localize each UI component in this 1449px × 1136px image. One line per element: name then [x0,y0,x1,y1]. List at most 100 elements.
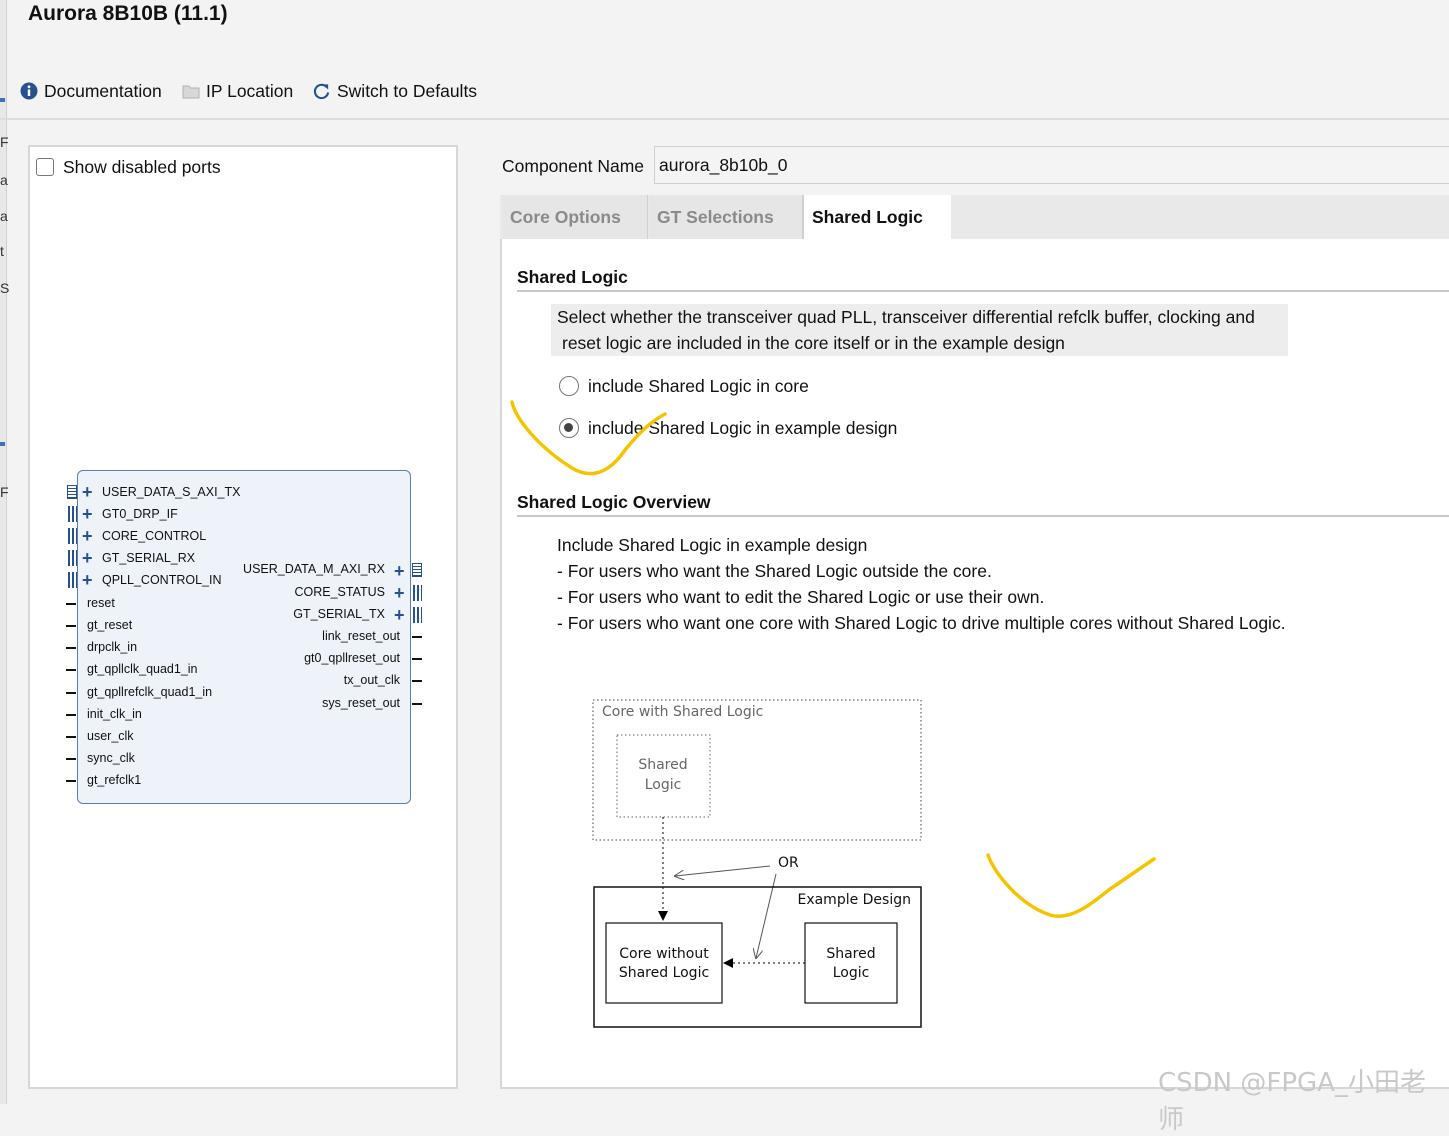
ip-location-button[interactable]: IP Location [182,80,293,102]
tab-shared-logic[interactable]: Shared Logic [803,195,951,239]
bus-port-label: GT0_DRP_IF [102,507,178,521]
core-without-shared-logic-box [605,922,723,1004]
port-label: drpclk_in [87,640,138,654]
checkmark-annotation [510,400,667,476]
component-name-label: Component Name [502,156,645,176]
port-label: gt_refclk1 [87,773,142,787]
shared-logic-diagram: Core with Shared Logic Shared Logic OR E… [592,699,922,1028]
port-label: gt_qpllclk_quad1_in [87,662,198,676]
port-pin [66,736,76,738]
checkmark-annotation [986,853,1156,918]
port-label: sync_clk [87,751,135,765]
bus-port-label: GT_SERIAL_TX [293,607,385,621]
port-label: init_clk_in [87,707,142,721]
edge-char: t [0,243,4,259]
edge-accent [0,98,5,102]
section-title-overview: Shared Logic Overview [517,492,711,512]
bus-port-label: GT_SERIAL_RX [102,551,196,565]
edge-char: a [0,208,8,224]
bus-grid-icon [412,563,422,577]
port-label: tx_out_clk [343,673,400,687]
expand-bus-icon[interactable]: + [82,549,93,567]
section-title-shared-logic: Shared Logic [517,267,628,287]
expand-bus-icon[interactable]: + [82,505,93,523]
port-label: gt0_qpllreset_out [304,651,400,665]
adjacent-window-edge [0,0,7,1104]
expand-bus-icon[interactable]: + [82,527,93,545]
diagram-label: Shared [826,946,875,962]
folder-icon [182,85,200,99]
show-disabled-ports-checkbox[interactable] [36,158,54,176]
watermark: CSDN @FPGA_小田老师 [1158,1068,1426,1135]
port-pin [66,714,76,716]
port-label: sys_reset_out [322,696,400,710]
port-label: link_reset_out [322,629,400,643]
bus-port-label: USER_DATA_S_AXI_TX [102,485,241,499]
edge-char: a [0,172,8,188]
documentation-button[interactable]: Documentation [20,80,162,102]
port-label: gt_qpllrefclk_quad1_in [87,685,213,699]
ip-location-label: IP Location [206,80,294,101]
diagram-label: OR [778,855,799,871]
shared-logic-description: Select whether the transceiver quad PLL,… [551,304,1288,356]
port-pin [66,647,76,649]
port-pin [66,625,76,627]
port-pin [66,780,76,782]
diagram-label: Core with Shared Logic [602,704,763,720]
diagram-label: Logic [645,777,682,793]
tab-gt-selections[interactable]: GT Selections [649,195,803,239]
switch-to-defaults-label: Switch to Defaults [337,80,478,101]
port-pin [412,680,422,682]
info-icon [20,82,38,100]
overview-line: Include Shared Logic in example design [557,535,868,555]
section-divider [517,290,1449,292]
diagram-label: Shared [638,757,687,773]
port-pin [66,669,76,671]
overview-line: - For users who want the Shared Logic ou… [557,561,992,581]
description-line: reset logic are included in the core its… [562,333,1065,353]
diagram-label: Example Design [797,892,911,908]
diagram-arrow [675,865,771,876]
switch-to-defaults-button[interactable]: Switch to Defaults [312,80,477,102]
port-pin [412,703,422,705]
port-label: reset [87,596,115,610]
expand-bus-icon[interactable]: + [394,606,405,624]
port-label: user_clk [87,729,134,743]
expand-bus-icon[interactable]: + [82,571,93,589]
port-label: gt_reset [87,618,133,632]
bus-bars-icon [68,572,77,588]
bus-port-label: USER_DATA_M_AXI_RX [243,562,385,576]
window-title: Aurora 8B10B (11.1) [28,2,228,25]
bus-grid-icon [67,485,77,499]
port-pin [412,658,422,660]
documentation-label: Documentation [44,80,162,101]
inner-shared-logic-box [616,734,711,818]
overview-line: - For users who want to edit the Shared … [557,587,1045,607]
section-divider [517,515,1449,517]
edge-accent [0,442,5,446]
bus-bars-icon [413,585,422,601]
shared-logic-box [804,922,898,1004]
port-pin [412,636,422,638]
bus-bars-icon [413,607,422,623]
bus-port-label: CORE_STATUS [294,585,385,599]
tab-core-options[interactable]: Core Options [502,195,648,239]
bus-port-label: QPLL_CONTROL_IN [102,573,222,587]
edge-char: S [0,280,10,296]
toolbar-divider [0,118,1449,120]
port-pin [66,758,76,760]
port-pin [66,692,76,694]
component-name-field[interactable]: aurora_8b10b_0 [654,146,1449,184]
expand-bus-icon[interactable]: + [394,562,405,580]
description-line: Select whether the transceiver quad PLL,… [557,307,1255,327]
overview-line: - For users who want one core with Share… [557,613,1286,633]
expand-bus-icon[interactable]: + [82,483,93,501]
edge-char: F [0,134,9,150]
expand-bus-icon[interactable]: + [394,584,405,602]
bus-bars-icon [68,550,77,566]
refresh-icon [313,83,330,99]
diagram-label: Core without [619,946,709,962]
bus-bars-icon [68,528,77,544]
edge-char: F [0,484,9,500]
bus-bars-icon [68,506,77,522]
